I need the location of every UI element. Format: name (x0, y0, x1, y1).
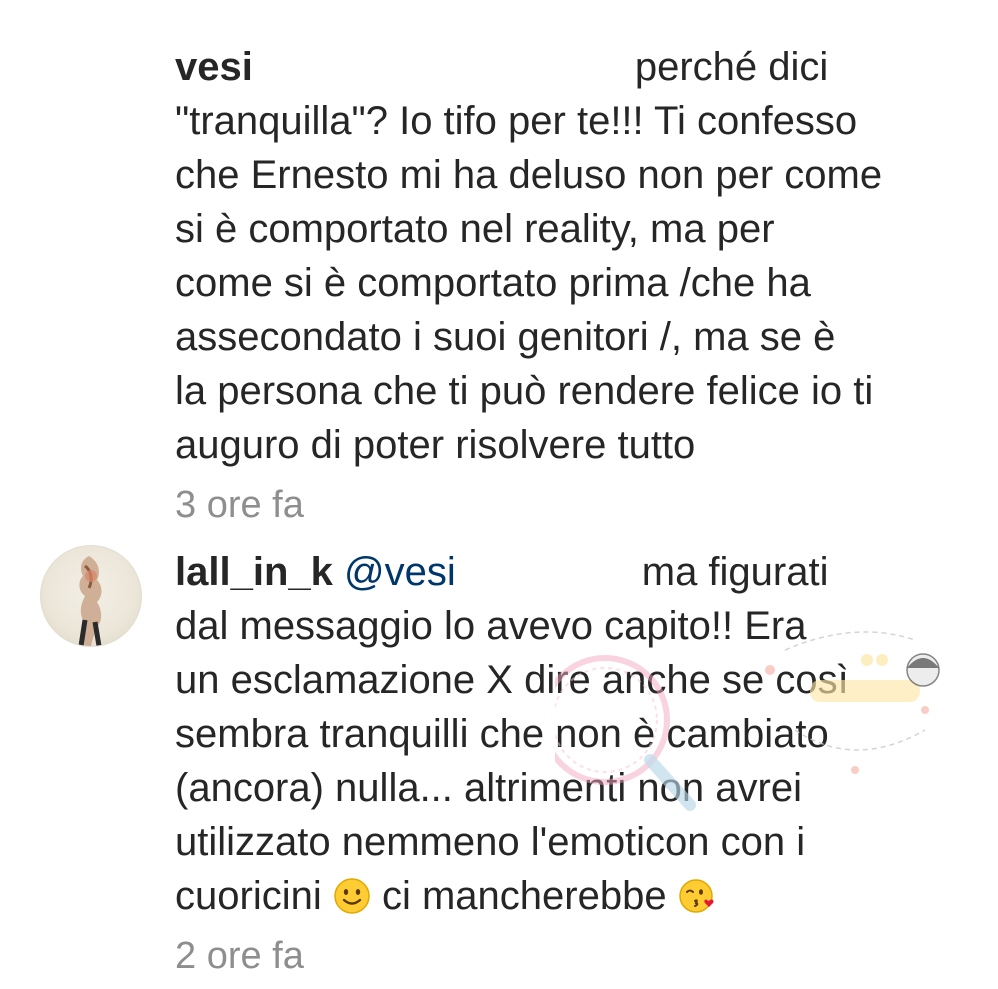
comment-text-line: ma figurati (641, 550, 829, 594)
comment-text-line: cuoricini (175, 874, 322, 918)
comment-timestamp[interactable]: 3 ore fa (175, 478, 935, 532)
comment-text-line: dal messaggio lo avevo capito!! Era (175, 604, 807, 648)
avatar-photo (78, 556, 102, 646)
slightly-smiling-face-icon (333, 875, 371, 914)
comment-body: vesi perché dici "tranquilla"? Io tifo pe… (175, 40, 935, 532)
comment-timestamp[interactable]: 2 ore fa (175, 929, 935, 983)
comment-text-line: auguro di poter risolvere tutto (175, 423, 696, 467)
comment-text-line: si è comportato nel reality, ma per (175, 207, 775, 251)
comment-text-line: come si è comportato prima /che ha (175, 261, 811, 305)
comment-text-line: ci mancherebbe (381, 874, 667, 918)
comment-text-line: sembra tranquilli che non è cambiato (175, 712, 829, 756)
mention-link[interactable]: @vesi (344, 550, 456, 594)
comment-text-line: perché dici (634, 45, 829, 89)
face-blowing-kiss-icon (678, 875, 716, 913)
comment-text-line: "tranquilla"? Io tifo per te!!! Ti confe… (175, 99, 858, 143)
comment-text-line: un esclamazione X dire anche se così (175, 658, 849, 702)
comment-username[interactable]: vesi (175, 45, 253, 89)
comment-text-line: la persona che ti può rendere felice io … (175, 369, 874, 413)
comment-username[interactable]: lall_in_k (175, 550, 333, 594)
comment-text-line: assecondato i suoi genitori /, ma se è (175, 315, 836, 359)
comment-text-line: che Ernesto mi ha deluso non per come (175, 153, 883, 197)
comment-text-line: utilizzato nemmeno l'emoticon con i (175, 820, 806, 864)
comment-body: lall_in_k @vesi ma figurati dal messaggio… (175, 545, 935, 983)
comment-text-line: (ancora) nulla... altrimenti non avrei (175, 766, 802, 810)
avatar[interactable] (40, 545, 142, 647)
